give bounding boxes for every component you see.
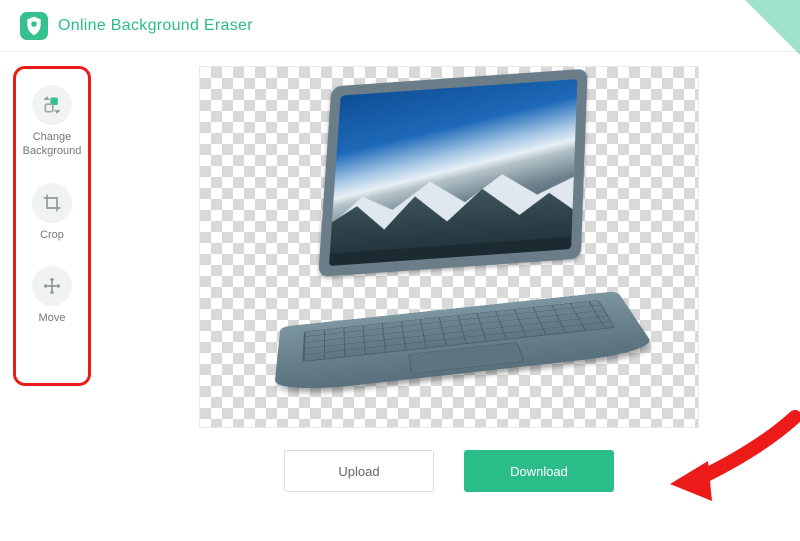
tool-sidebar: Change Background Crop (13, 66, 91, 386)
app-title: Online Background Eraser (58, 17, 253, 35)
change-background-icon (32, 85, 72, 125)
sidebar-area: Change Background Crop (0, 52, 98, 541)
shield-icon (26, 16, 42, 36)
tool-crop[interactable]: Crop (16, 177, 88, 251)
tool-move[interactable]: Move (16, 260, 88, 334)
tool-change-background[interactable]: Change Background (16, 79, 88, 167)
download-button[interactable]: Download (464, 450, 614, 492)
crop-icon (32, 183, 72, 223)
app-logo (20, 12, 48, 40)
tool-label: Change Background (17, 131, 87, 159)
move-icon (32, 266, 72, 306)
action-bar: Upload Download (284, 450, 614, 492)
upload-button[interactable]: Upload (284, 450, 434, 492)
result-image (238, 66, 661, 428)
page-accent-corner (745, 0, 800, 55)
app-header: Online Background Eraser (0, 0, 800, 52)
tool-label: Crop (17, 229, 87, 243)
editor-main: Upload Download (98, 52, 800, 541)
tool-label: Move (17, 312, 87, 326)
image-canvas[interactable] (199, 66, 699, 428)
app-body: Change Background Crop (0, 52, 800, 541)
